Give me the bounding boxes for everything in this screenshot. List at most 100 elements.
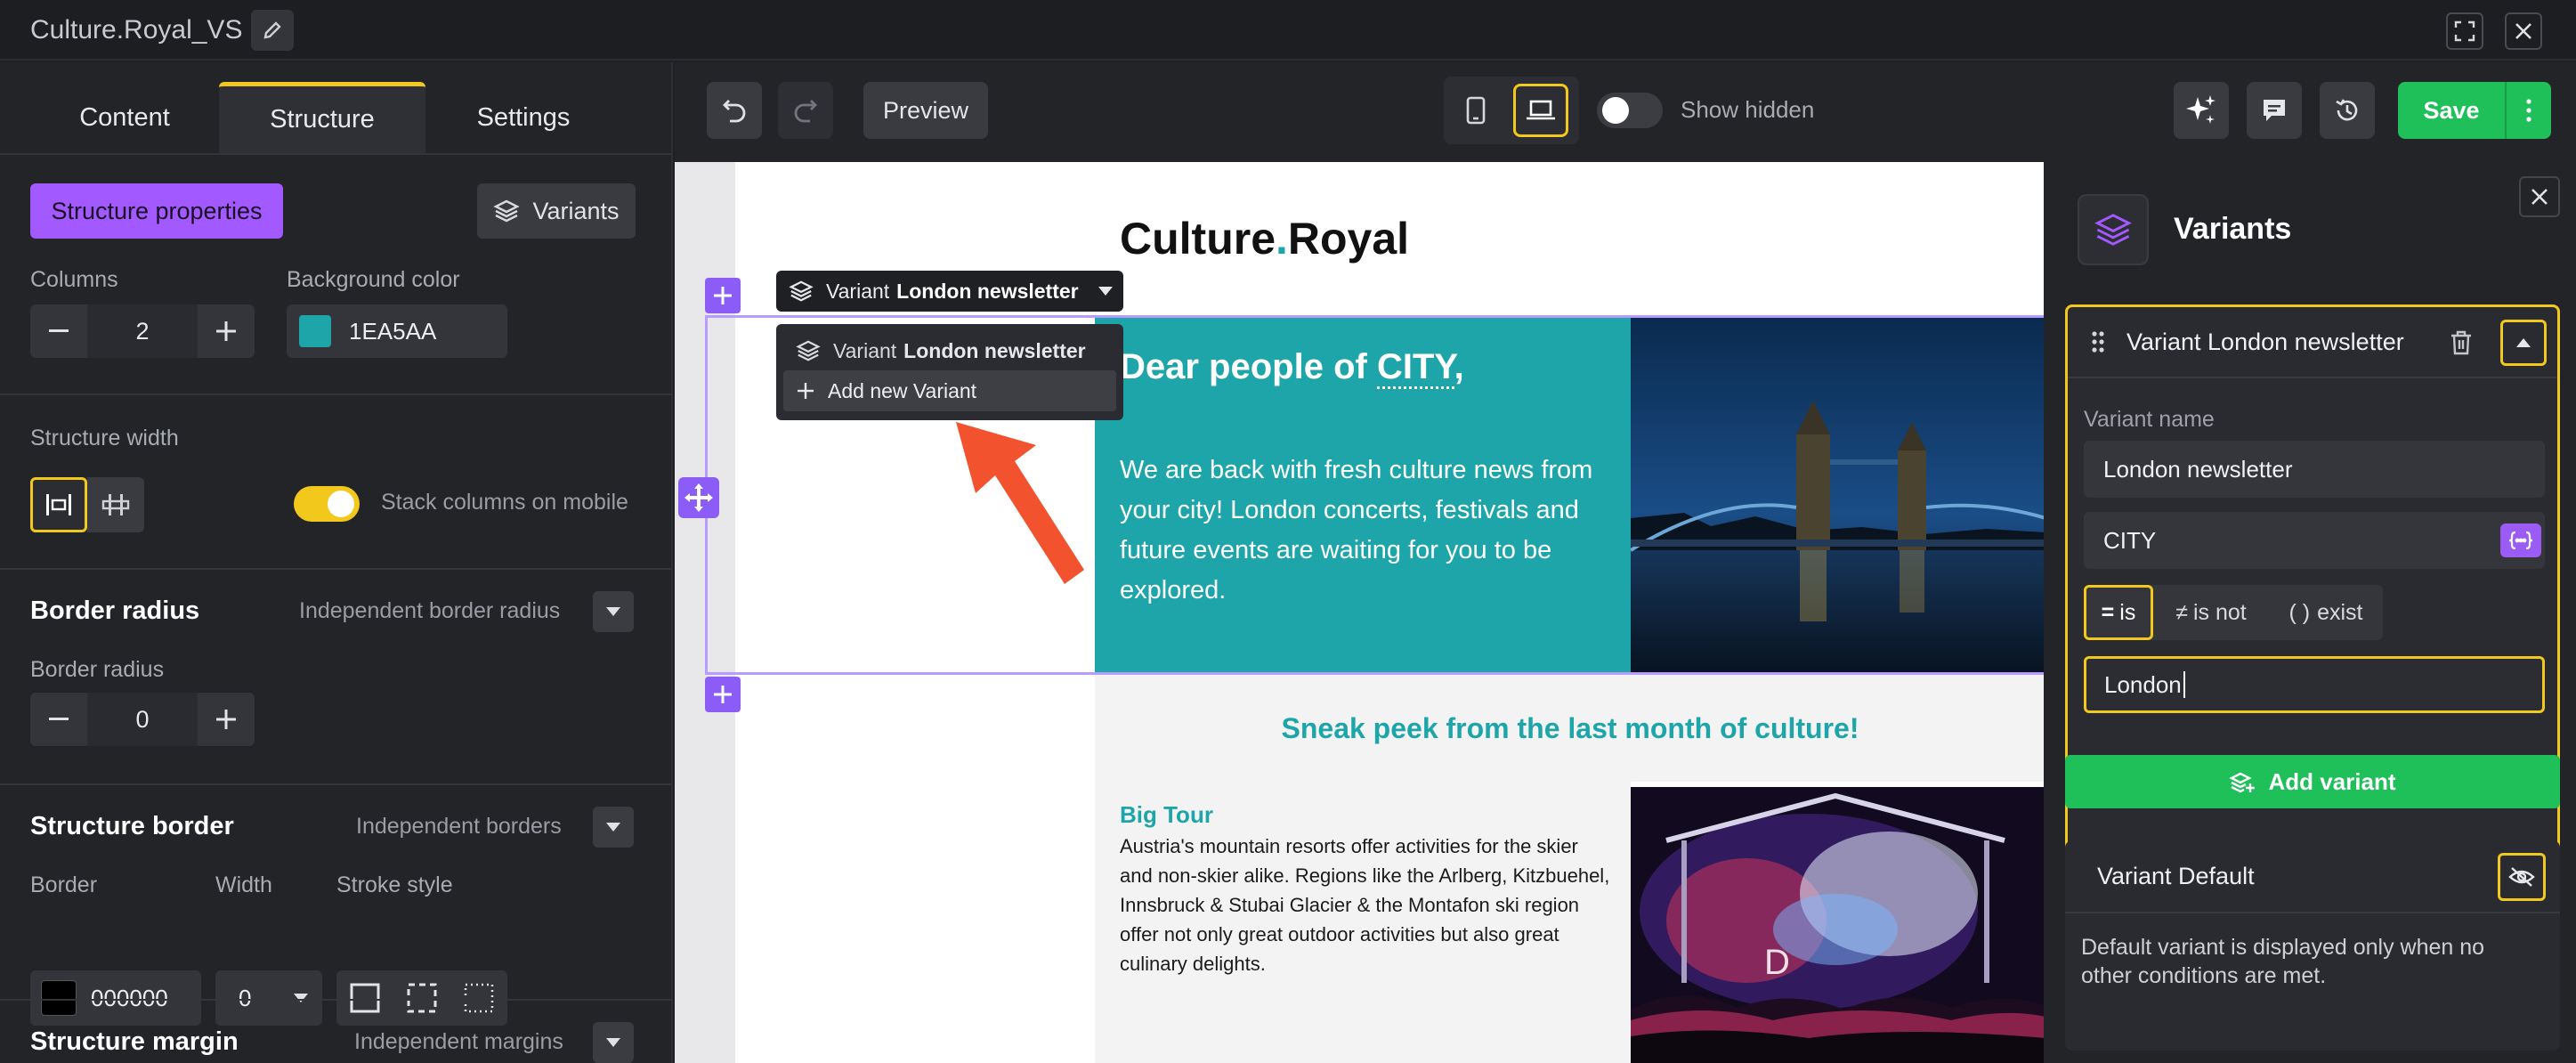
sneak-peek-heading[interactable]: Sneak peek from the last month of cultur… [1095, 712, 2045, 745]
operator-exist-label: exist [2317, 599, 2363, 625]
drag-handle-icon[interactable] [2091, 330, 2105, 353]
variant-tag-name: London newsletter [896, 279, 1079, 303]
stroke-dotted-button[interactable] [463, 982, 495, 1014]
border-radius-label: Border radius [30, 657, 165, 682]
article-image-concert[interactable]: D [1631, 787, 2045, 1063]
stroke-dashed-button[interactable] [406, 982, 438, 1014]
width-full-button[interactable] [30, 477, 87, 532]
stack-columns-label: Stack columns on mobile [381, 490, 628, 515]
undo-button[interactable] [707, 82, 762, 139]
columns-value[interactable]: 2 [87, 304, 198, 358]
insert-merge-tag-button[interactable] [2500, 523, 2541, 557]
width-fixed-button[interactable] [87, 477, 144, 532]
merge-tag-icon [2508, 531, 2533, 550]
variant-dropdown-menu: Variant London newsletter Add new Varian… [776, 324, 1123, 420]
caret-down-icon [606, 1038, 620, 1047]
stack-columns-switch[interactable] [294, 486, 360, 522]
condition-operator-group: = is ≠ is not ( ) exist [2084, 585, 2383, 640]
fullscreen-button[interactable] [2446, 12, 2483, 50]
operator-is-button[interactable]: = is [2084, 585, 2153, 640]
close-icon [2514, 21, 2533, 41]
plus-icon [216, 710, 236, 729]
rename-button[interactable] [251, 10, 294, 51]
save-options-button[interactable] [2507, 82, 2551, 139]
border-label: Border [30, 872, 98, 897]
ai-assistant-button[interactable] [2174, 82, 2229, 139]
columns-increment-button[interactable] [198, 304, 255, 358]
comment-icon [2264, 100, 2285, 121]
add-structure-above-button[interactable] [705, 278, 741, 313]
border-color-field[interactable]: 000000 [30, 970, 201, 1026]
border-radius-dropdown[interactable] [593, 591, 634, 632]
plus-icon [216, 321, 236, 341]
variant-selector-tag[interactable]: Variant London newsletter [776, 271, 1123, 312]
eye-off-icon [2508, 867, 2535, 887]
sparkles-icon [2186, 95, 2216, 124]
condition-value-input[interactable]: London [2084, 656, 2545, 713]
not-equals-icon: ≠ [2175, 599, 2188, 625]
toggle-default-visibility-button[interactable] [2498, 853, 2546, 901]
structure-properties-button[interactable]: Structure properties [30, 183, 283, 239]
arrow-icon [956, 422, 1084, 584]
default-variant-description: Default variant is displayed only when n… [2081, 935, 2485, 988]
border-radius-decrement-button[interactable] [30, 693, 87, 746]
stroke-solid-button[interactable] [349, 982, 381, 1014]
history-icon [2336, 99, 2358, 121]
structure-margin-dropdown[interactable] [593, 1022, 634, 1063]
switch-knob [328, 491, 354, 517]
redo-button[interactable] [778, 82, 833, 139]
border-radius-stepper: 0 [30, 693, 255, 746]
switch-knob [1602, 97, 1629, 124]
add-structure-below-button[interactable] [705, 677, 741, 712]
condition-field-value: CITY [2103, 526, 2157, 554]
comments-button[interactable] [2247, 82, 2302, 139]
tab-settings[interactable]: Settings [434, 82, 612, 153]
stroke-style-group [336, 970, 507, 1026]
save-button[interactable]: Save [2398, 82, 2505, 139]
show-hidden-label: Show hidden [1681, 96, 1815, 123]
plus-icon [714, 287, 732, 304]
preview-button[interactable]: Preview [863, 82, 988, 139]
background-color-field[interactable]: 1EA5AA [287, 304, 507, 358]
show-hidden-switch[interactable] [1597, 93, 1663, 128]
variant-name-input[interactable]: London newsletter [2084, 441, 2545, 498]
fit-width-icon [46, 494, 71, 515]
width-label: Width [215, 872, 272, 897]
left-panel: Content Structure Settings Structure pro… [0, 62, 673, 1063]
variant-menu-item[interactable]: Variant London newsletter [783, 331, 1116, 370]
add-new-variant-item[interactable]: Add new Variant [783, 370, 1116, 411]
border-radius-value[interactable]: 0 [87, 693, 198, 746]
move-icon [685, 483, 713, 512]
tab-structure[interactable]: Structure [219, 82, 425, 153]
section-divider [0, 999, 671, 1001]
laptop-icon [1527, 100, 1555, 120]
columns-stepper: 2 [30, 304, 255, 358]
history-button[interactable] [2320, 82, 2375, 139]
condition-value-text: London [2104, 670, 2182, 698]
fixed-width-icon [101, 494, 130, 515]
close-window-button[interactable] [2505, 12, 2542, 50]
caret-down-icon [606, 607, 620, 616]
border-radius-increment-button[interactable] [198, 693, 255, 746]
layers-plus-icon [2229, 772, 2256, 793]
delete-variant-button[interactable] [2442, 323, 2481, 362]
collapse-variant-button[interactable] [2500, 320, 2547, 366]
device-switcher [1444, 77, 1579, 144]
add-variant-button[interactable]: Add variant [2065, 755, 2560, 808]
move-structure-handle[interactable] [678, 477, 719, 518]
border-width-select[interactable]: 0 [215, 970, 322, 1026]
operator-is-not-button[interactable]: ≠ is not [2153, 585, 2269, 640]
independent-border-radius-label: Independent border radius [299, 598, 561, 623]
variant-name-label: Variant name [2084, 407, 2215, 432]
columns-label: Columns [30, 267, 118, 292]
article-text-column[interactable]: Big Tour Austria's mountain resorts offe… [1095, 782, 1631, 1063]
operator-exist-button[interactable]: ( ) exist [2269, 585, 2383, 640]
mobile-view-button[interactable] [1451, 85, 1501, 135]
close-panel-button[interactable] [2519, 176, 2560, 217]
condition-field-input[interactable]: CITY [2084, 512, 2545, 569]
columns-decrement-button[interactable] [30, 304, 87, 358]
tab-content[interactable]: Content [36, 82, 214, 153]
variants-button[interactable]: Variants [477, 183, 636, 239]
desktop-view-button[interactable] [1513, 84, 1568, 137]
structure-border-dropdown[interactable] [593, 807, 634, 848]
